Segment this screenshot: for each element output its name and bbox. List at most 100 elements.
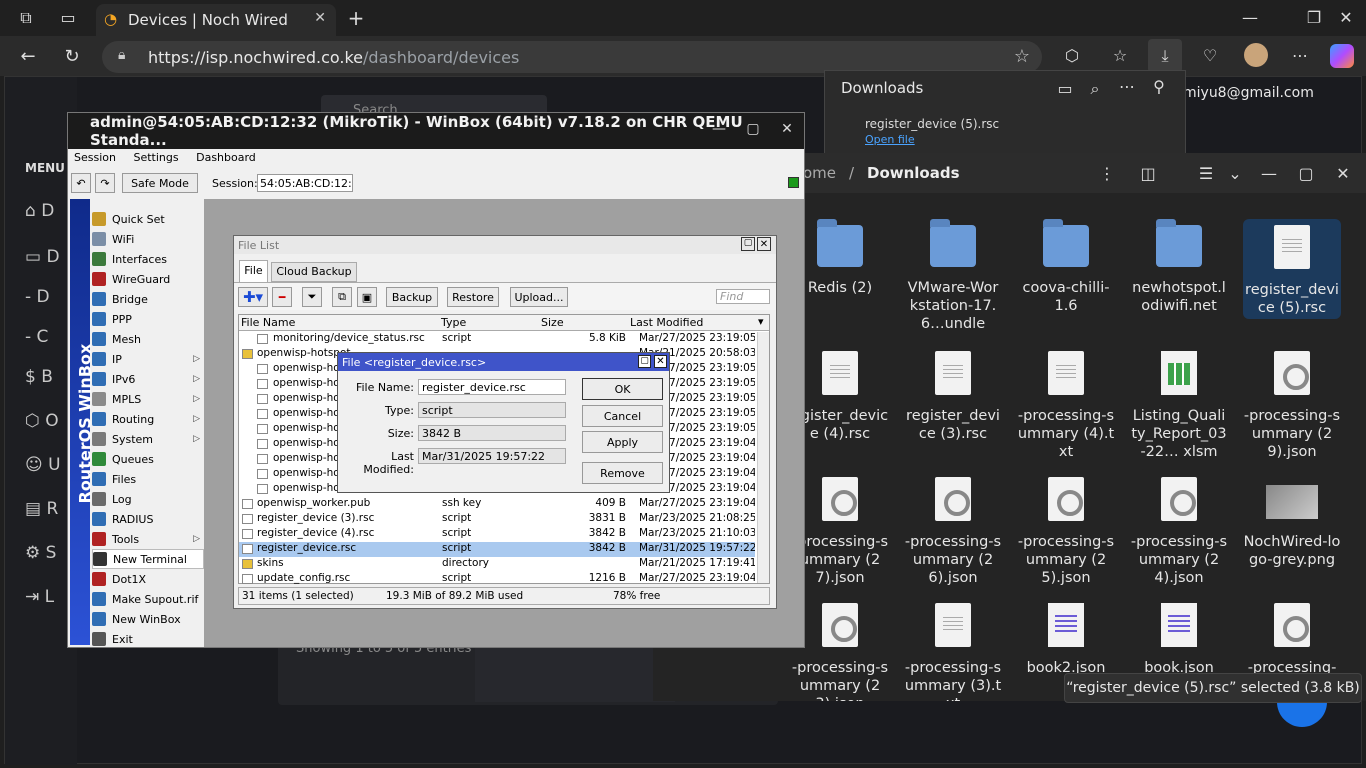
add-icon[interactable]: ✚▾ — [238, 287, 268, 307]
list-view-icon[interactable]: ☰ — [1194, 164, 1218, 183]
folder-item[interactable]: coova-chilli-1.6 — [1017, 219, 1115, 315]
file-item[interactable]: register_device (5).rsc — [1243, 219, 1341, 319]
search-downloads-icon[interactable]: ⌕ — [1083, 79, 1107, 99]
file-name-field[interactable]: register_device.rsc — [418, 379, 566, 395]
open-folder-icon[interactable]: ▭ — [1053, 79, 1077, 98]
nav-item[interactable]: Queues — [92, 449, 204, 469]
nav-item[interactable]: Routing ▷ — [92, 409, 204, 429]
address-bar[interactable]: 🔒︎ https://isp.nochwired.co.ke/dashboard… — [102, 41, 1042, 73]
open-file-link[interactable]: Open file — [865, 133, 915, 146]
file-item[interactable]: egister_device (4).rsc — [791, 345, 889, 443]
nav-item[interactable]: Bridge — [92, 289, 204, 309]
remove-button[interactable]: Remove — [582, 462, 663, 484]
safe-mode-button[interactable]: Safe Mode — [122, 173, 198, 193]
restore-button[interactable]: Restore — [447, 287, 499, 307]
winbox-minimize-icon[interactable]: — — [708, 121, 730, 141]
workspaces-icon[interactable]: ⧉ — [14, 8, 38, 28]
breadcrumb-current[interactable]: Downloads — [867, 164, 960, 182]
table-row[interactable]: register_device (4).rsc script 3842 B Mar/2… — [239, 527, 755, 542]
file-list-close-icon[interactable]: ✕ — [757, 237, 771, 251]
breadcrumb-home[interactable]: ome — [803, 164, 836, 182]
menu-dashboard[interactable]: Dashboard — [196, 151, 256, 164]
apply-button[interactable]: Apply — [582, 431, 663, 453]
file-item[interactable]: -processing-summary (26).json — [904, 471, 1002, 587]
find-input[interactable]: Find — [716, 289, 770, 304]
nav-item[interactable]: System ▷ — [92, 429, 204, 449]
col-type[interactable]: Type — [441, 316, 466, 329]
nav-item[interactable]: New WinBox — [92, 609, 204, 629]
profile-avatar[interactable] — [1244, 43, 1268, 67]
new-tab-icon[interactable]: + — [344, 6, 368, 30]
nav-item[interactable]: RADIUS — [92, 509, 204, 529]
table-row[interactable]: register_device.rsc script 3842 B Mar/31/20… — [239, 542, 755, 557]
downloads-more-icon[interactable]: ⋯ — [1115, 77, 1139, 96]
file-item[interactable]: -processing-summary (25).json — [1017, 471, 1115, 587]
nav-item[interactable]: WireGuard — [92, 269, 204, 289]
nav-item[interactable]: PPP — [92, 309, 204, 329]
nav-item[interactable]: Mesh — [92, 329, 204, 349]
fm-close-icon[interactable]: ✕ — [1331, 164, 1355, 183]
menu-settings[interactable]: Settings — [133, 151, 178, 164]
nav-item[interactable]: Exit — [92, 629, 204, 647]
remove-icon[interactable]: ━ — [272, 287, 292, 307]
file-list-titlebar[interactable]: File List ▢ ✕ — [234, 236, 776, 254]
minimize-window-icon[interactable]: — — [1238, 8, 1262, 27]
nav-item[interactable]: MPLS ▷ — [92, 389, 204, 409]
tab-cloud-backup[interactable]: Cloud Backup — [271, 262, 357, 282]
nav-item[interactable]: Quick Set — [92, 209, 204, 229]
table-row[interactable]: monitoring/device_status.rsc script 5.8 Ki… — [239, 332, 755, 347]
filter-icon[interactable]: ⏷ — [302, 287, 322, 307]
winbox-close-icon[interactable]: ✕ — [776, 121, 798, 141]
file-item[interactable]: book.json — [1130, 597, 1228, 677]
fm-maximize-icon[interactable]: ▢ — [1294, 164, 1318, 183]
table-row[interactable]: register_device (3).rsc script 3831 B Mar/2… — [239, 512, 755, 527]
upload-button[interactable]: Upload... — [510, 287, 568, 307]
session-field[interactable]: 54:05:AB:CD:12:3 — [257, 174, 353, 192]
folder-item[interactable]: Redis (2) — [791, 219, 889, 297]
favorites-icon[interactable]: ☆ — [1108, 46, 1132, 65]
file-item[interactable]: -processing-summary (23).json — [791, 597, 889, 701]
health-icon[interactable]: ♡ — [1198, 46, 1222, 65]
file-item[interactable]: register_device (3).rsc — [904, 345, 1002, 443]
paste-icon[interactable]: ▣ — [357, 287, 377, 307]
menu-session[interactable]: Session — [74, 151, 116, 164]
file-item[interactable]: -processing-summary (4).txt — [1017, 345, 1115, 461]
undo-icon[interactable]: ↶ — [71, 173, 91, 193]
nav-item[interactable]: WiFi — [92, 229, 204, 249]
dialog-maximize-icon[interactable]: ▢ — [638, 355, 651, 368]
path-menu-icon[interactable]: ⋮ — [1095, 164, 1119, 183]
restore-window-icon[interactable]: ❐ — [1302, 8, 1326, 27]
backup-button[interactable]: Backup — [386, 287, 438, 307]
view-options-icon[interactable]: ⌄ — [1223, 164, 1247, 183]
file-item[interactable]: book2.json — [1017, 597, 1115, 677]
tab-actions-icon[interactable]: ▭ — [56, 8, 80, 27]
camera-icon[interactable]: ◫ — [1136, 164, 1160, 183]
redo-icon[interactable]: ↷ — [95, 173, 115, 193]
tab-file[interactable]: File — [239, 260, 268, 282]
browser-tab-devices[interactable]: ◔ Devices | Noch Wired ✕ — [96, 4, 336, 36]
file-item[interactable]: -processing- — [1243, 597, 1341, 677]
winbox-title[interactable]: admin@54:05:AB:CD:12:32 (MikroTik) - Win… — [68, 113, 804, 149]
nav-item[interactable]: Dot1X — [92, 569, 204, 589]
nav-item[interactable]: Tools ▷ — [92, 529, 204, 549]
nav-item[interactable]: IPv6 ▷ — [92, 369, 204, 389]
extensions-icon[interactable]: ⬡ — [1060, 46, 1084, 65]
col-file-name[interactable]: File Name — [241, 316, 295, 329]
nav-item[interactable]: IP ▷ — [92, 349, 204, 369]
nav-item[interactable]: Interfaces — [92, 249, 204, 269]
nav-item[interactable]: Log — [92, 489, 204, 509]
ok-button[interactable]: OK — [582, 378, 663, 400]
file-item[interactable]: NochWired-logo-grey.png — [1243, 471, 1341, 569]
file-item[interactable]: -processing-summary (3).txt — [904, 597, 1002, 701]
cancel-button[interactable]: Cancel — [582, 405, 663, 427]
folder-item[interactable]: newhotspot.lodiwifi.net — [1130, 219, 1228, 315]
downloads-button[interactable]: ⤓ — [1148, 39, 1182, 73]
nav-item[interactable]: Make Supout.rif — [92, 589, 204, 609]
dialog-close-icon[interactable]: ✕ — [654, 355, 667, 368]
copilot-icon[interactable] — [1330, 44, 1354, 68]
pin-icon[interactable]: ⚲ — [1147, 77, 1171, 96]
file-item[interactable]: Listing_Quality_Report_03-22… xlsm — [1130, 345, 1228, 461]
close-tab-icon[interactable]: ✕ — [314, 10, 326, 26]
favorite-star-icon[interactable]: ☆ — [1014, 46, 1030, 67]
column-chooser-icon[interactable]: ▾ — [758, 315, 764, 328]
